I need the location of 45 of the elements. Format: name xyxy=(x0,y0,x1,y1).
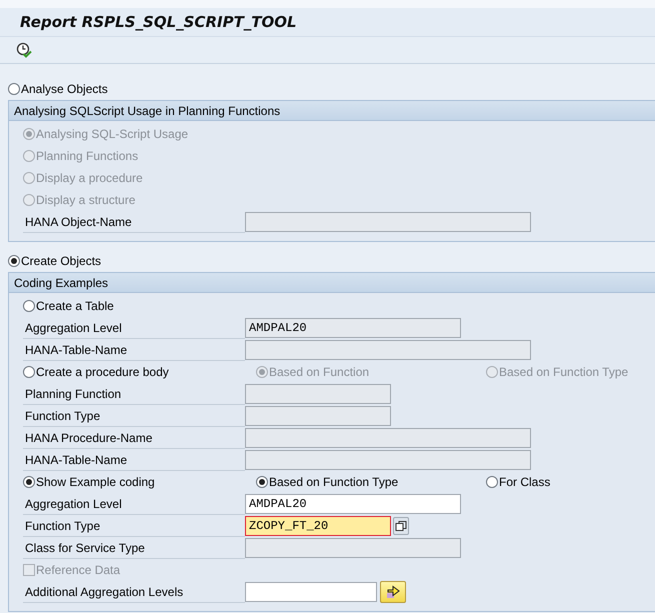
field-label: HANA Object-Name xyxy=(23,212,245,232)
field-label: Function Type xyxy=(23,406,245,426)
radio-button[interactable] xyxy=(8,83,20,95)
group-title: Analysing SQLScript Usage in Planning Functions xyxy=(9,101,655,121)
input-field[interactable] xyxy=(245,428,531,448)
arrow-icon xyxy=(385,585,401,599)
input-field[interactable] xyxy=(245,538,461,558)
multiple-selection-button[interactable] xyxy=(380,581,406,603)
radio-option[interactable]: Create a Table xyxy=(23,299,114,313)
radio-option[interactable]: Create a procedure body xyxy=(23,365,169,379)
input-field[interactable] xyxy=(245,406,391,426)
input-field[interactable]: AMDPAL20 xyxy=(245,494,461,514)
field-label: HANA-Table-Name xyxy=(23,450,245,470)
radio-button[interactable] xyxy=(8,255,20,267)
execute-button[interactable] xyxy=(14,40,34,60)
input-field[interactable] xyxy=(245,582,377,602)
group-title: Coding Examples xyxy=(9,273,655,293)
radio-button[interactable] xyxy=(486,476,498,488)
field-label: Aggregation Level xyxy=(23,318,245,338)
radio-option[interactable]: For Class xyxy=(486,475,550,489)
field-label: HANA-Table-Name xyxy=(23,340,245,360)
radio-button[interactable] xyxy=(256,476,268,488)
input-field[interactable] xyxy=(245,450,531,470)
copy-icon xyxy=(395,520,407,532)
input-field[interactable]: ZCOPY_FT_20 xyxy=(245,516,391,536)
radio-option[interactable]: Create Objects xyxy=(8,254,102,268)
value-help-button[interactable] xyxy=(393,517,409,535)
window-title: Report RSPLS_SQL_SCRIPT_TOOL xyxy=(20,13,297,31)
field-label: Additional Aggregation Levels xyxy=(23,582,245,602)
field-label: Function Type xyxy=(23,516,245,536)
radio-button[interactable] xyxy=(23,366,35,378)
input-field[interactable] xyxy=(245,384,391,404)
field-label: Class for Service Type xyxy=(23,538,245,558)
input-field[interactable] xyxy=(245,212,531,232)
radio-option[interactable]: Based on Function Type xyxy=(256,475,398,489)
radio-option[interactable]: Analyse Objects xyxy=(8,82,108,96)
radio-button[interactable] xyxy=(23,300,35,312)
input-field[interactable] xyxy=(245,340,531,360)
radio-option[interactable]: Show Example coding xyxy=(23,475,155,489)
radio-button[interactable] xyxy=(23,476,35,488)
input-field[interactable]: AMDPAL20 xyxy=(245,318,461,338)
field-label: Aggregation Level xyxy=(23,494,245,514)
clock-check-icon xyxy=(16,42,32,58)
field-label: Planning Function xyxy=(23,384,245,404)
field-label: HANA Procedure-Name xyxy=(23,428,245,448)
